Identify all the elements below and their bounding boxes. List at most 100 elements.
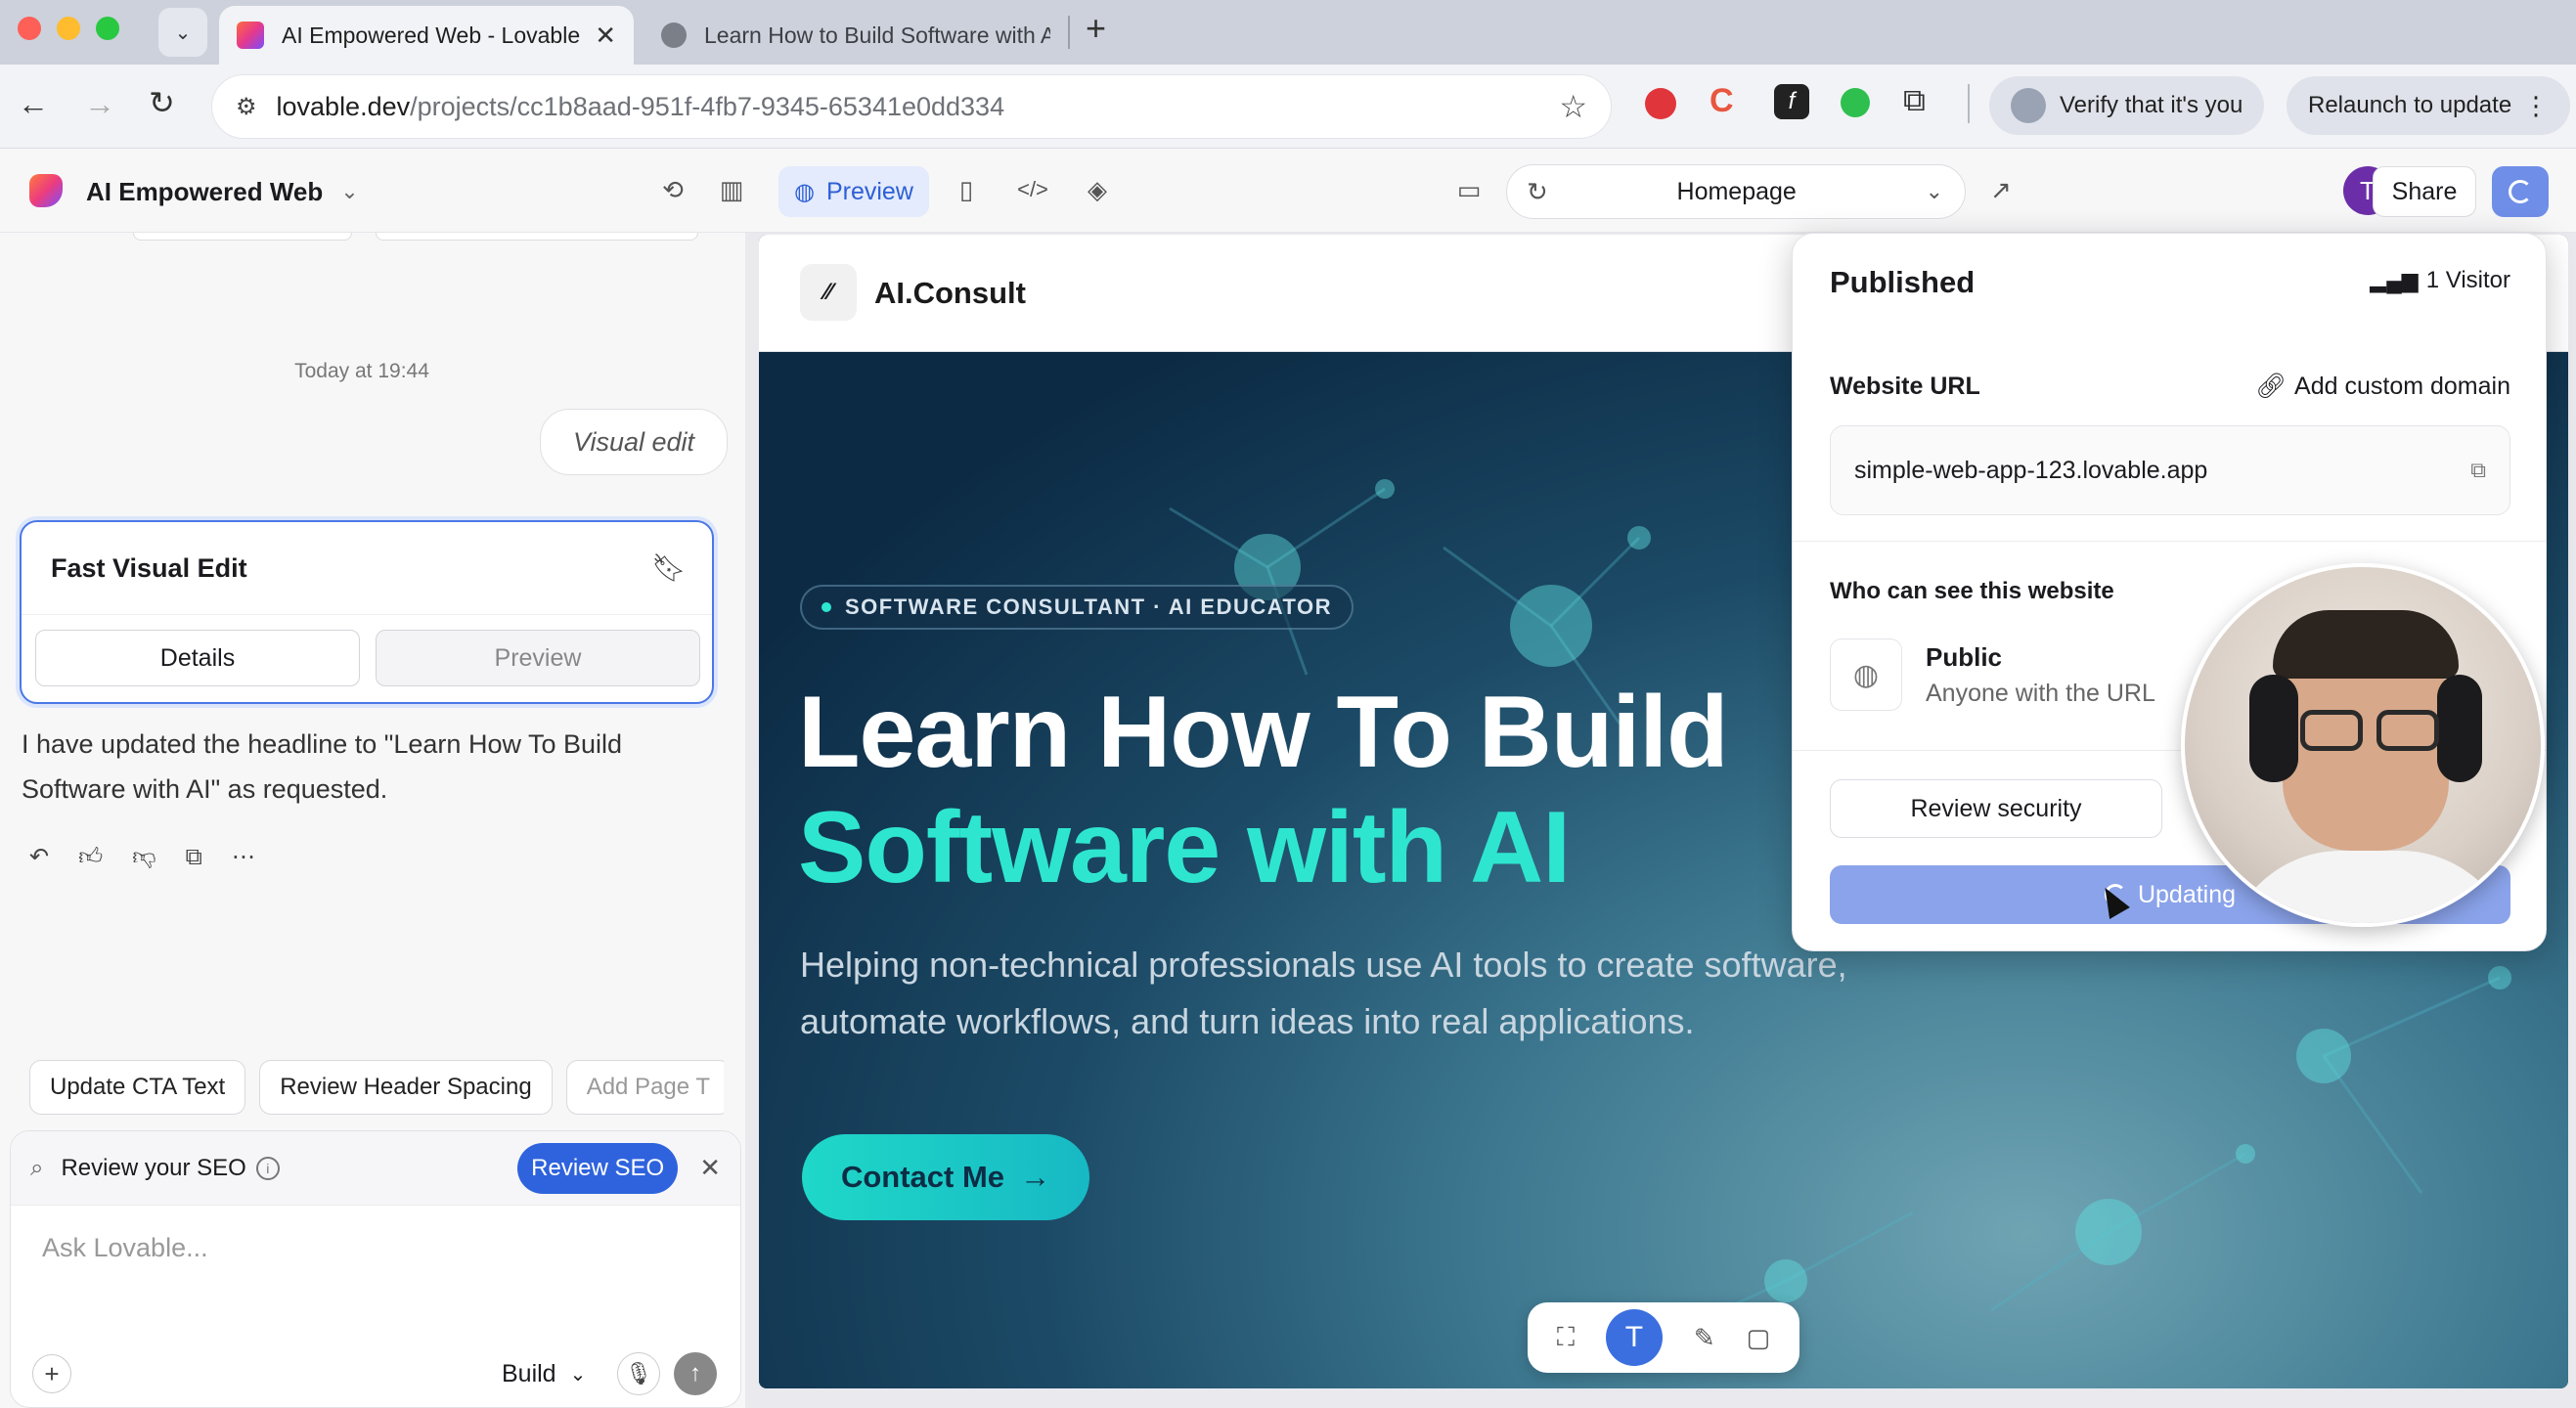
- comment-icon[interactable]: ▢: [1746, 1323, 1770, 1353]
- site-brand[interactable]: AI.Consult: [874, 276, 1026, 311]
- extension-play-icon[interactable]: [1841, 88, 1870, 117]
- code-icon[interactable]: </>: [1011, 168, 1054, 211]
- verify-identity-button[interactable]: Verify that it's you: [1989, 76, 2265, 135]
- tab-title: Learn How to Build Software with AI: [704, 22, 1050, 48]
- bookmark-icon[interactable]: 🔖︎: [651, 551, 687, 584]
- card-tab-preview[interactable]: Preview: [376, 630, 700, 686]
- address-bar[interactable]: ⚙ lovable.dev /projects/cc1b8aad-951f-4f…: [211, 74, 1612, 139]
- bar-chart-icon: ▂▄▆: [2370, 268, 2419, 292]
- arrow-right-icon: →: [1020, 1160, 1051, 1194]
- refresh-icon[interactable]: ↻: [1527, 177, 1548, 207]
- page-selector[interactable]: ↻ Homepage ⌄: [1506, 164, 1966, 219]
- chevron-down-icon: ⌄: [1925, 179, 1943, 203]
- mode-label: Build: [502, 1359, 556, 1387]
- undo-icon[interactable]: ↶: [29, 843, 49, 871]
- globe-icon: ◍: [1830, 638, 1902, 711]
- project-name: AI Empowered Web: [86, 176, 324, 206]
- more-icon[interactable]: ⋯: [232, 843, 255, 871]
- tab-title: AI Empowered Web - Lovable: [282, 22, 581, 48]
- contact-me-label: Contact Me: [840, 1160, 1005, 1194]
- publish-button[interactable]: [2492, 166, 2549, 217]
- website-url-field[interactable]: simple-web-app-123.lovable.app ⧉: [1830, 425, 2510, 515]
- pencil-icon[interactable]: ✎: [1694, 1323, 1715, 1353]
- close-window-button[interactable]: [18, 17, 41, 40]
- contact-me-button[interactable]: Contact Me →: [802, 1134, 1089, 1220]
- website-url-value: simple-web-app-123.lovable.app: [1854, 456, 2208, 484]
- tab-preview[interactable]: ◍ Preview: [778, 166, 929, 217]
- tab-divider: [1068, 16, 1070, 49]
- select-element-icon[interactable]: ⛶: [1557, 1322, 1575, 1353]
- previous-message-edge: [133, 233, 352, 241]
- suggestion-label: Review Header Spacing: [280, 1074, 532, 1100]
- forward-icon[interactable]: →: [84, 86, 115, 122]
- extensions-puzzle-icon[interactable]: ⧉: [1903, 82, 1926, 119]
- chat-input[interactable]: Ask Lovable...: [42, 1233, 208, 1263]
- info-icon[interactable]: i: [255, 1156, 280, 1180]
- bookmark-star-icon[interactable]: ☆: [1559, 88, 1587, 125]
- card-divider: [22, 614, 712, 615]
- card-tab-details[interactable]: Details: [35, 630, 360, 686]
- hero-headline-accent: Software with AI: [798, 791, 1571, 904]
- add-custom-domain-link[interactable]: 🔗︎ Add custom domain: [2255, 373, 2510, 401]
- desktop-view-icon[interactable]: ▭: [1447, 168, 1490, 211]
- site-logo-icon[interactable]: ⁄⁄: [800, 264, 857, 321]
- tab-preview-label: Preview: [825, 177, 913, 205]
- thumbs-up-icon[interactable]: 👍︎: [78, 844, 103, 871]
- mode-selector[interactable]: Build ⌄: [502, 1354, 586, 1393]
- send-button[interactable]: ↑: [674, 1352, 717, 1395]
- relaunch-label: Relaunch to update: [2308, 92, 2512, 118]
- suggestion-chips: Update CTA Text Review Header Spacing Ad…: [29, 1060, 724, 1115]
- review-seo-button[interactable]: Review SEO: [517, 1142, 679, 1194]
- webcam-glasses: [2300, 710, 2363, 751]
- maximize-window-button[interactable]: [96, 17, 119, 40]
- extension-c-icon[interactable]: C: [1710, 82, 1734, 120]
- dot-icon: [822, 602, 831, 612]
- hero-subtext: automate workflows, and turn ideas into …: [800, 1001, 1695, 1041]
- text-edit-icon[interactable]: T: [1605, 1309, 1663, 1366]
- extension-f-icon[interactable]: f: [1774, 84, 1809, 119]
- tab-active[interactable]: AI Empowered Web - Lovable ✕: [219, 6, 634, 65]
- more-vertical-icon: ⋮: [2523, 90, 2550, 120]
- extension-blocker-icon[interactable]: [1645, 88, 1676, 119]
- webcam-shirt: [2224, 851, 2517, 923]
- back-icon[interactable]: ←: [18, 86, 49, 122]
- tab-inactive[interactable]: Learn How to Build Software with AI: [645, 6, 1066, 65]
- reload-icon[interactable]: ↻: [149, 84, 175, 121]
- history-icon[interactable]: ⟲: [651, 168, 694, 211]
- link-icon: 🔗︎: [2255, 373, 2287, 400]
- site-badge: SOFTWARE CONSULTANT · AI EDUCATOR: [800, 585, 1355, 630]
- copy-icon[interactable]: ⧉: [186, 844, 202, 871]
- site-info-icon[interactable]: ⚙: [236, 93, 257, 121]
- copy-icon[interactable]: ⧉: [2470, 458, 2486, 483]
- suggestion-chip[interactable]: Add Page T: [565, 1060, 724, 1115]
- review-security-button[interactable]: Review security: [1830, 779, 2162, 838]
- lovable-logo-icon[interactable]: [29, 174, 63, 207]
- webcam-headphone: [2437, 675, 2482, 782]
- attach-button[interactable]: +: [32, 1354, 71, 1393]
- minimize-window-button[interactable]: [57, 17, 80, 40]
- app-header: AI Empowered Web ⌄ ⟲ ▥ ◍ Preview ▯ </> ◈…: [0, 149, 2576, 233]
- thumbs-down-icon[interactable]: 👎︎: [132, 844, 155, 871]
- new-tab-icon[interactable]: +: [1086, 8, 1106, 49]
- browser-toolbar: ← → ↻ ⚙ lovable.dev /projects/cc1b8aad-9…: [0, 65, 2576, 149]
- open-external-icon[interactable]: ↗: [1979, 168, 2022, 211]
- project-menu[interactable]: AI Empowered Web ⌄: [86, 170, 359, 213]
- close-icon[interactable]: ✕: [699, 1153, 721, 1183]
- seo-prompt: Review your SEO: [61, 1154, 246, 1181]
- webcam-glasses: [2376, 710, 2439, 751]
- visitor-count[interactable]: ▂▄▆ 1 Visitor: [2370, 267, 2510, 294]
- visibility-description: Anyone with the URL: [1926, 680, 2155, 707]
- relaunch-button[interactable]: Relaunch to update ⋮: [2287, 76, 2570, 135]
- file-icon[interactable]: ▯: [945, 168, 988, 211]
- microphone-icon[interactable]: 🎙︎: [617, 1352, 660, 1395]
- tab-search-button[interactable]: ⌄: [158, 8, 207, 57]
- loading-spinner-icon: [2509, 180, 2532, 203]
- visibility-value[interactable]: Public: [1926, 642, 2002, 673]
- layers-icon[interactable]: ◈: [1076, 168, 1119, 211]
- suggestion-chip[interactable]: Update CTA Text: [29, 1060, 246, 1115]
- popover-divider: [1793, 541, 2546, 542]
- sidebar-toggle-icon[interactable]: ▥: [710, 168, 753, 211]
- suggestion-chip[interactable]: Review Header Spacing: [259, 1060, 553, 1115]
- close-tab-icon[interactable]: ✕: [595, 21, 616, 51]
- share-button[interactable]: Share: [2373, 166, 2476, 217]
